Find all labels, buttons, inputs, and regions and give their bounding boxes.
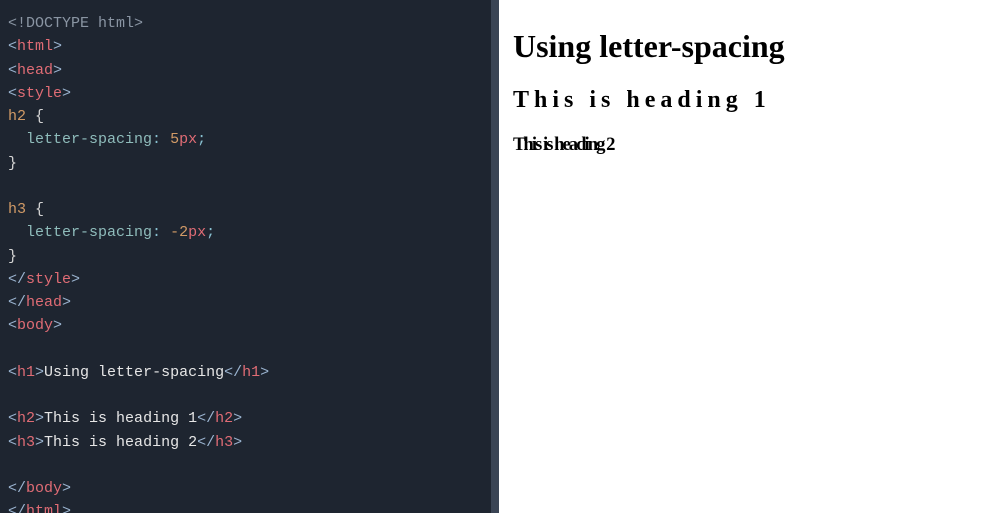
doctype-line: <!DOCTYPE html> (8, 15, 143, 32)
body-open-tag: body (17, 317, 53, 334)
preview-heading-1: Using letter-spacing (513, 28, 989, 65)
head-close-tag: head (26, 294, 62, 311)
h2-open: h2 (17, 410, 35, 427)
selector-h3: h3 (8, 201, 26, 218)
selector-h2: h2 (8, 108, 26, 125)
code-editor-panel[interactable]: <!DOCTYPE html> <html> <head> <style> h2… (0, 0, 491, 513)
head-open-tag: head (17, 62, 53, 79)
h1-open: h1 (17, 364, 35, 381)
preview-heading-3: This is heading 2 (513, 134, 989, 156)
value-5: 5 (170, 131, 179, 148)
body-close-tag: body (26, 480, 62, 497)
h3-content: This is heading 2 (44, 434, 197, 451)
h3-open: h3 (17, 434, 35, 451)
panel-divider (491, 0, 499, 513)
property-letter-spacing-2: letter-spacing (26, 224, 152, 241)
h1-content: Using letter-spacing (44, 364, 224, 381)
html-open-tag: html (17, 38, 53, 55)
property-letter-spacing: letter-spacing (26, 131, 152, 148)
preview-panel: Using letter-spacing This is heading 1 T… (499, 0, 1003, 513)
preview-heading-2: This is heading 1 (513, 87, 989, 114)
h2-content: This is heading 1 (44, 410, 197, 427)
style-open-tag: style (17, 85, 62, 102)
value-neg2: -2 (170, 224, 188, 241)
style-close-tag: style (26, 271, 71, 288)
html-close-tag: html (26, 503, 62, 513)
code-content: <!DOCTYPE html> <html> <head> <style> h2… (8, 12, 483, 513)
